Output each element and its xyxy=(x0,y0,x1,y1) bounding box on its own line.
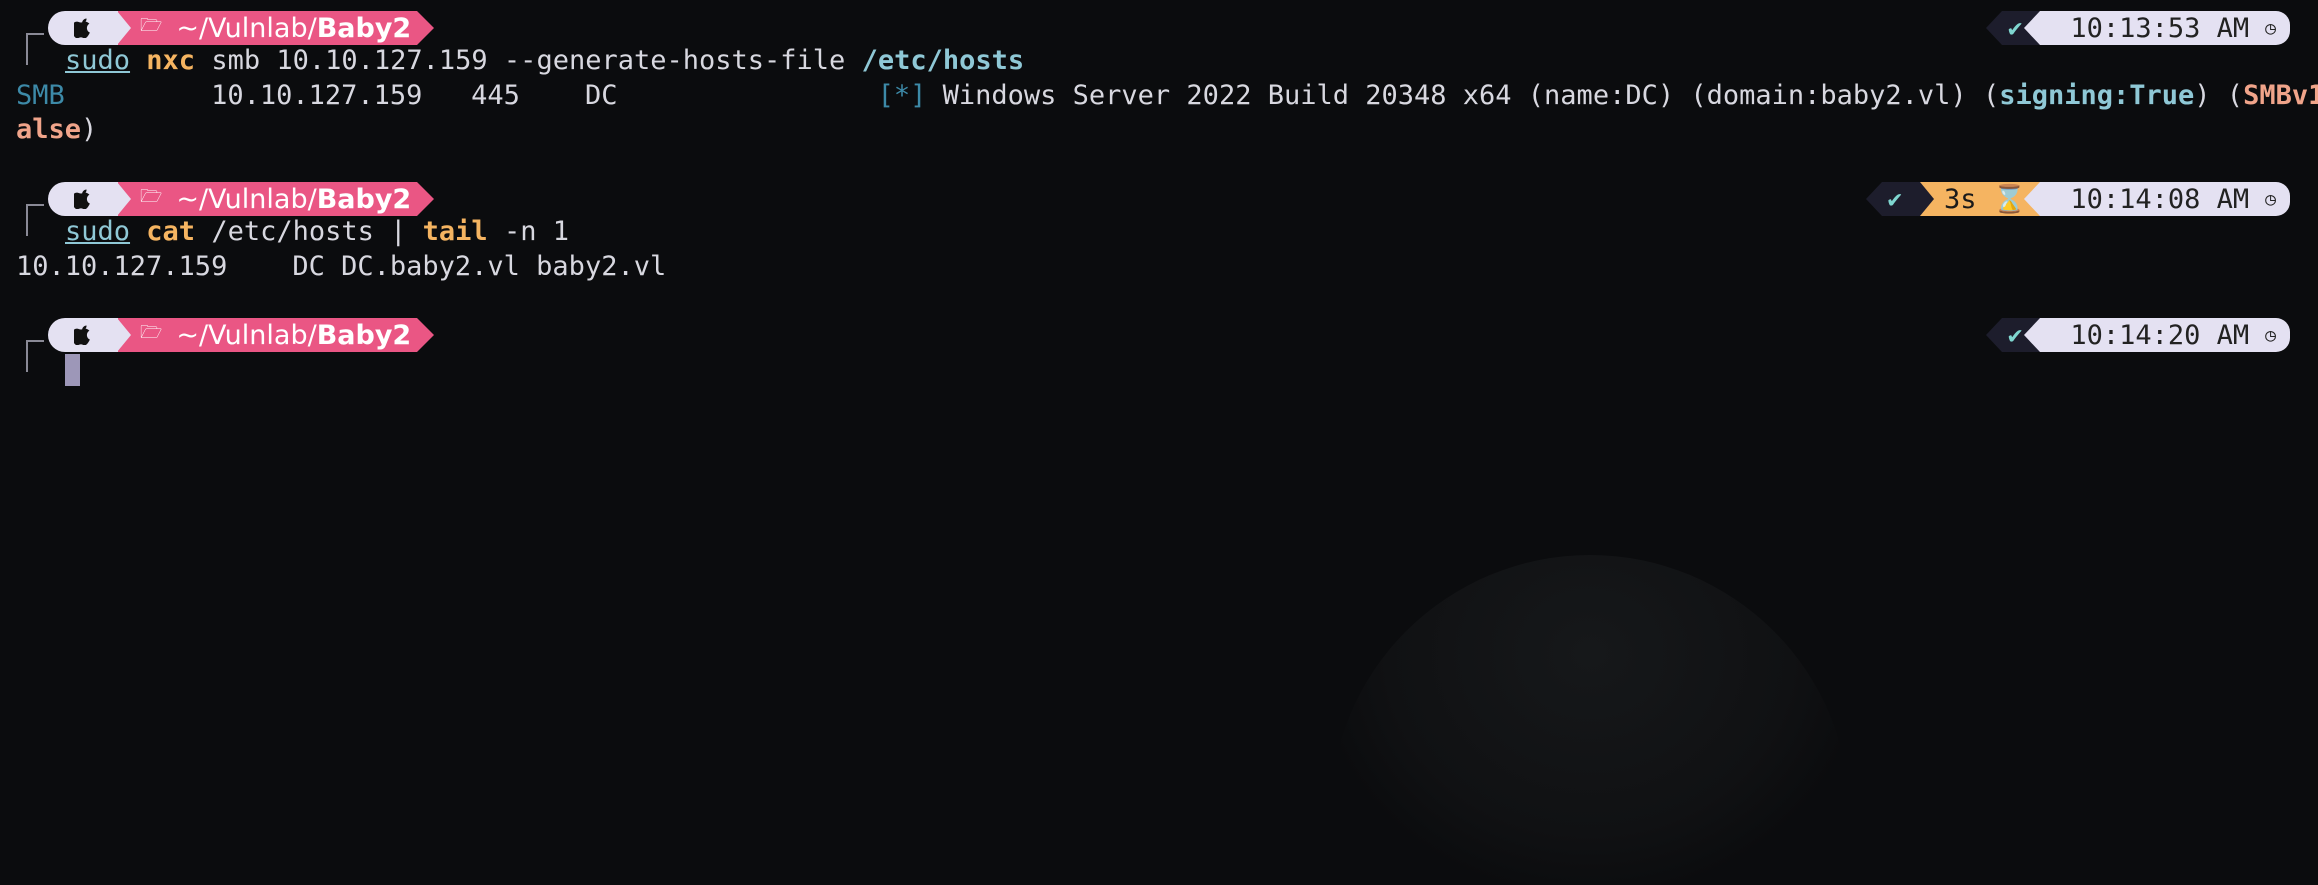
cmd-tool: nxc xyxy=(146,45,196,76)
prompt-path: 🗁 ~/Vulnlab/Baby2 xyxy=(116,11,418,45)
output-mid: ) ( xyxy=(2194,80,2244,111)
prompt-tip xyxy=(417,11,435,45)
prompt-time: 10:13:53 AM ◷ xyxy=(2040,11,2290,45)
apple-logo-icon xyxy=(74,18,90,38)
apple-logo-icon xyxy=(74,189,90,209)
background-hood-figure xyxy=(1330,555,1850,885)
folder-icon: 🗁 xyxy=(140,322,163,343)
prompt-segment-left: 🗁 ~/Vulnlab/Baby2 xyxy=(48,318,435,352)
time-text: 10:14:08 AM xyxy=(2070,183,2250,215)
output-line: 10.10.127.159 DC DC.baby2.vl baby2.vl xyxy=(16,251,667,282)
command-line: sudo cat /etc/hosts | tail -n 1 xyxy=(65,216,569,247)
cmd-args: smb 10.10.127.159 --generate-hosts-file xyxy=(195,45,862,76)
folder-icon: 🗁 xyxy=(140,186,163,207)
output-star: [*] xyxy=(877,80,927,111)
command-line: sudo nxc smb 10.10.127.159 --generate-ho… xyxy=(65,45,1024,76)
status-tip xyxy=(1985,11,2002,45)
output-line: SMB 10.10.127.159 445 DC [*] Windows Ser… xyxy=(16,80,2318,111)
path-prefix: ~/Vulnlab/ xyxy=(176,183,317,215)
output-body: 10.10.127.159 445 DC xyxy=(64,80,878,111)
output-close: ) xyxy=(81,114,98,145)
apple-logo-icon xyxy=(48,11,118,45)
prompt-bracket xyxy=(26,340,44,372)
status-tip xyxy=(1865,182,1882,216)
prompt-bracket xyxy=(26,33,44,65)
prompt-path: 🗁 ~/Vulnlab/Baby2 xyxy=(116,318,418,352)
clock-icon: ◷ xyxy=(2265,188,2276,210)
duration-badge: 3s ⌛ xyxy=(1919,182,2041,216)
output-line-wrap: alse) xyxy=(16,114,97,145)
prompt-tip xyxy=(417,318,435,352)
clock-icon: ◷ xyxy=(2265,17,2276,39)
folder-icon: 🗁 xyxy=(140,15,163,36)
prompt-time: 10:14:08 AM ◷ xyxy=(2040,182,2290,216)
path-dir: Baby2 xyxy=(316,183,412,215)
terminal-cursor[interactable] xyxy=(65,354,80,386)
apple-logo-icon xyxy=(48,318,118,352)
output-proto: SMB xyxy=(16,80,65,111)
path-prefix: ~/Vulnlab/ xyxy=(176,319,317,351)
prompt-bracket xyxy=(26,204,44,236)
prompt-segment-right: ✔ 10:13:53 AM ◷ xyxy=(1985,11,2290,45)
prompt-segment-right: ✔ 10:14:20 AM ◷ xyxy=(1985,318,2290,352)
cmd-args2: -n 1 xyxy=(487,216,569,247)
clock-icon: ◷ xyxy=(2265,324,2276,346)
cmd-tool: cat xyxy=(146,216,196,247)
cmd-tool2: tail xyxy=(422,216,488,247)
prompt-segment-left: 🗁 ~/Vulnlab/Baby2 xyxy=(48,11,435,45)
cmd-args: /etc/hosts | xyxy=(195,216,423,247)
path-dir: Baby2 xyxy=(316,12,412,44)
apple-logo-icon xyxy=(74,325,90,345)
cmd-path: /etc/hosts xyxy=(861,45,1025,76)
path-dir: Baby2 xyxy=(316,319,412,351)
status-tip xyxy=(1985,318,2002,352)
output-info: Windows Server 2022 Build 20348 x64 (nam… xyxy=(926,80,2000,111)
prompt-tip xyxy=(417,182,435,216)
prompt-segment-right: ✔ 3s ⌛ 10:14:08 AM ◷ xyxy=(1865,182,2290,216)
time-text: 10:13:53 AM xyxy=(2070,12,2250,44)
apple-logo-icon xyxy=(48,182,118,216)
output-smbv1: SMBv1:F xyxy=(2243,80,2318,111)
prompt-segment-left: 🗁 ~/Vulnlab/Baby2 xyxy=(48,182,435,216)
cmd-sudo: sudo xyxy=(65,216,131,247)
output-signing: signing:True xyxy=(1999,80,2195,111)
time-text: 10:14:20 AM xyxy=(2070,319,2250,351)
output-smbv1-cont: alse xyxy=(16,114,82,145)
path-prefix: ~/Vulnlab/ xyxy=(176,12,317,44)
prompt-path: 🗁 ~/Vulnlab/Baby2 xyxy=(116,182,418,216)
prompt-time: 10:14:20 AM ◷ xyxy=(2040,318,2290,352)
cmd-sudo: sudo xyxy=(65,45,131,76)
status-check-icon: ✔ xyxy=(1881,182,1920,216)
